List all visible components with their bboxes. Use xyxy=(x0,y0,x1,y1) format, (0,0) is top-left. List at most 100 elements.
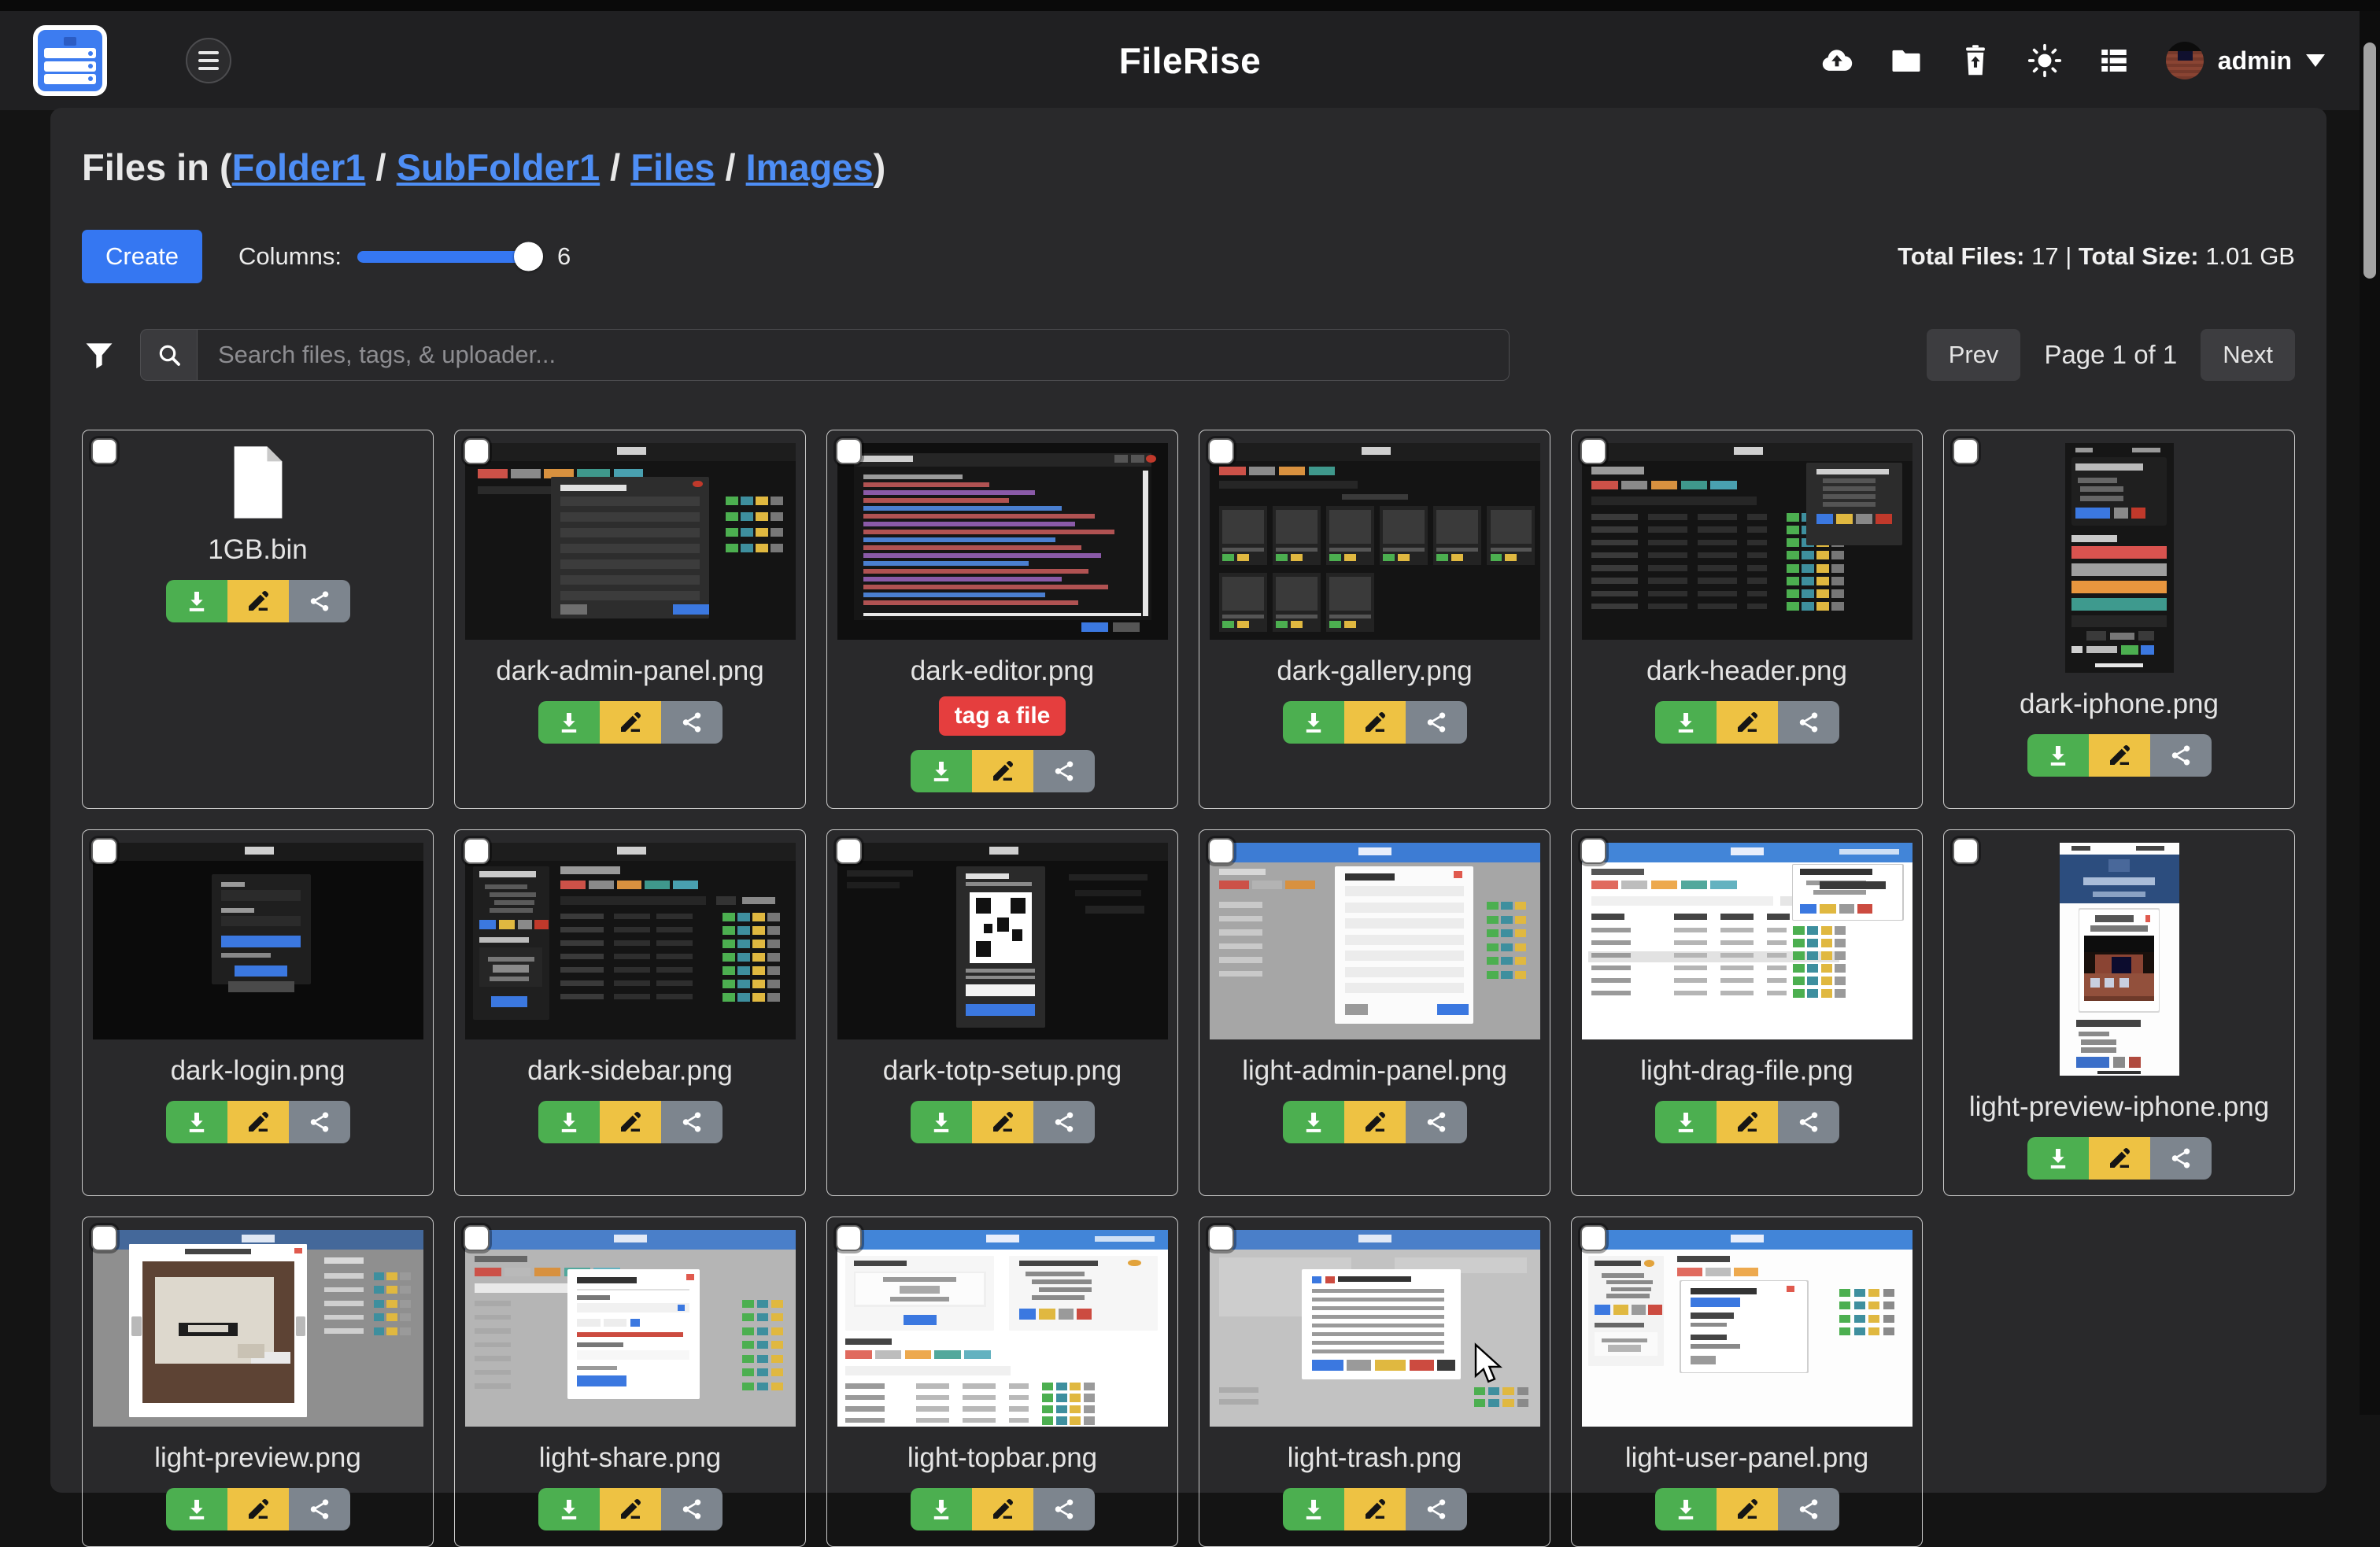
upload-icon[interactable] xyxy=(1820,43,1854,78)
share-button[interactable] xyxy=(661,1488,722,1530)
share-button[interactable] xyxy=(1406,701,1467,744)
file-thumbnail[interactable] xyxy=(1582,1230,1913,1427)
edit-button[interactable] xyxy=(1344,701,1406,744)
share-button[interactable] xyxy=(661,1101,722,1143)
file-checkbox[interactable] xyxy=(91,838,117,864)
edit-button[interactable] xyxy=(227,1488,289,1530)
scrollbar-thumb[interactable] xyxy=(2363,42,2376,279)
download-button[interactable] xyxy=(1655,701,1717,744)
file-thumbnail[interactable] xyxy=(93,1230,423,1427)
file-checkbox[interactable] xyxy=(836,438,862,464)
file-checkbox[interactable] xyxy=(91,1225,117,1251)
download-button[interactable] xyxy=(1283,701,1344,744)
file-thumbnail[interactable] xyxy=(837,443,1168,640)
share-button[interactable] xyxy=(1778,1101,1839,1143)
download-button[interactable] xyxy=(1655,1101,1717,1143)
file-checkbox[interactable] xyxy=(1953,438,1979,464)
file-checkbox[interactable] xyxy=(464,438,490,464)
folder-icon[interactable] xyxy=(1889,43,1924,78)
share-button[interactable] xyxy=(1406,1101,1467,1143)
file-thumbnail[interactable] xyxy=(465,1230,796,1427)
share-button[interactable] xyxy=(2150,734,2212,777)
edit-button[interactable] xyxy=(1344,1101,1406,1143)
scrollbar-track[interactable] xyxy=(2360,11,2380,1415)
next-page-button[interactable]: Next xyxy=(2201,329,2295,381)
file-thumbnail[interactable] xyxy=(93,843,423,1039)
share-button[interactable] xyxy=(1033,750,1095,792)
breadcrumb-link-folder1[interactable]: Folder1 xyxy=(232,146,366,188)
file-checkbox[interactable] xyxy=(1208,438,1234,464)
breadcrumb-link-images[interactable]: Images xyxy=(746,146,874,188)
file-checkbox[interactable] xyxy=(1953,838,1979,864)
user-menu[interactable]: admin xyxy=(2166,42,2325,79)
filerise-logo-icon[interactable] xyxy=(33,25,107,96)
file-checkbox[interactable] xyxy=(1580,438,1606,464)
edit-button[interactable] xyxy=(1717,1488,1778,1530)
edit-button[interactable] xyxy=(227,1101,289,1143)
download-button[interactable] xyxy=(2027,734,2089,777)
share-button[interactable] xyxy=(1033,1101,1095,1143)
file-thumbnail[interactable] xyxy=(837,1230,1168,1427)
edit-button[interactable] xyxy=(2089,734,2150,777)
file-thumbnail[interactable] xyxy=(1210,1230,1540,1427)
file-thumbnail[interactable] xyxy=(465,843,796,1039)
file-thumbnail[interactable] xyxy=(2065,443,2174,673)
breadcrumb-link-files[interactable]: Files xyxy=(630,146,715,188)
edit-button[interactable] xyxy=(227,580,289,622)
file-checkbox[interactable] xyxy=(836,1225,862,1251)
edit-button[interactable] xyxy=(600,1101,661,1143)
download-button[interactable] xyxy=(166,1101,227,1143)
download-button[interactable] xyxy=(1655,1488,1717,1530)
edit-button[interactable] xyxy=(2089,1137,2150,1180)
download-button[interactable] xyxy=(538,1101,600,1143)
file-thumbnail[interactable] xyxy=(1210,443,1540,640)
file-thumbnail[interactable] xyxy=(1582,843,1913,1039)
share-button[interactable] xyxy=(1778,701,1839,744)
columns-slider[interactable] xyxy=(357,251,540,263)
file-checkbox[interactable] xyxy=(1580,1225,1606,1251)
file-checkbox[interactable] xyxy=(836,838,862,864)
share-button[interactable] xyxy=(661,701,722,744)
file-thumbnail[interactable] xyxy=(1582,443,1913,640)
file-thumbnail[interactable] xyxy=(1210,843,1540,1039)
file-thumbnail[interactable] xyxy=(465,443,796,640)
edit-button[interactable] xyxy=(1717,701,1778,744)
trash-restore-icon[interactable] xyxy=(1958,43,1993,78)
download-button[interactable] xyxy=(911,1101,972,1143)
download-button[interactable] xyxy=(1283,1101,1344,1143)
file-thumbnail[interactable] xyxy=(837,843,1168,1039)
edit-button[interactable] xyxy=(972,750,1033,792)
file-checkbox[interactable] xyxy=(464,838,490,864)
search-icon[interactable] xyxy=(140,329,197,381)
download-button[interactable] xyxy=(2027,1137,2089,1180)
edit-button[interactable] xyxy=(1344,1488,1406,1530)
file-checkbox[interactable] xyxy=(1580,838,1606,864)
download-button[interactable] xyxy=(166,580,227,622)
menu-button[interactable] xyxy=(186,38,231,83)
share-button[interactable] xyxy=(289,1488,350,1530)
download-button[interactable] xyxy=(911,1488,972,1530)
share-button[interactable] xyxy=(1033,1488,1095,1530)
edit-button[interactable] xyxy=(600,701,661,744)
share-button[interactable] xyxy=(1778,1488,1839,1530)
share-button[interactable] xyxy=(289,1101,350,1143)
download-button[interactable] xyxy=(1283,1488,1344,1530)
create-button[interactable]: Create xyxy=(82,230,202,283)
edit-button[interactable] xyxy=(600,1488,661,1530)
theme-toggle-icon[interactable] xyxy=(2027,43,2062,78)
download-button[interactable] xyxy=(166,1488,227,1530)
list-view-icon[interactable] xyxy=(2097,43,2131,78)
search-input[interactable] xyxy=(197,329,1510,381)
edit-button[interactable] xyxy=(1717,1101,1778,1143)
file-checkbox[interactable] xyxy=(91,438,117,464)
prev-page-button[interactable]: Prev xyxy=(1927,329,2021,381)
file-checkbox[interactable] xyxy=(464,1225,490,1251)
file-checkbox[interactable] xyxy=(1208,838,1234,864)
file-thumbnail[interactable] xyxy=(2060,843,2179,1076)
file-thumbnail[interactable] xyxy=(228,446,288,519)
download-button[interactable] xyxy=(538,1488,600,1530)
share-button[interactable] xyxy=(2150,1137,2212,1180)
filter-icon[interactable] xyxy=(82,338,116,372)
download-button[interactable] xyxy=(911,750,972,792)
slider-thumb[interactable] xyxy=(514,242,543,271)
